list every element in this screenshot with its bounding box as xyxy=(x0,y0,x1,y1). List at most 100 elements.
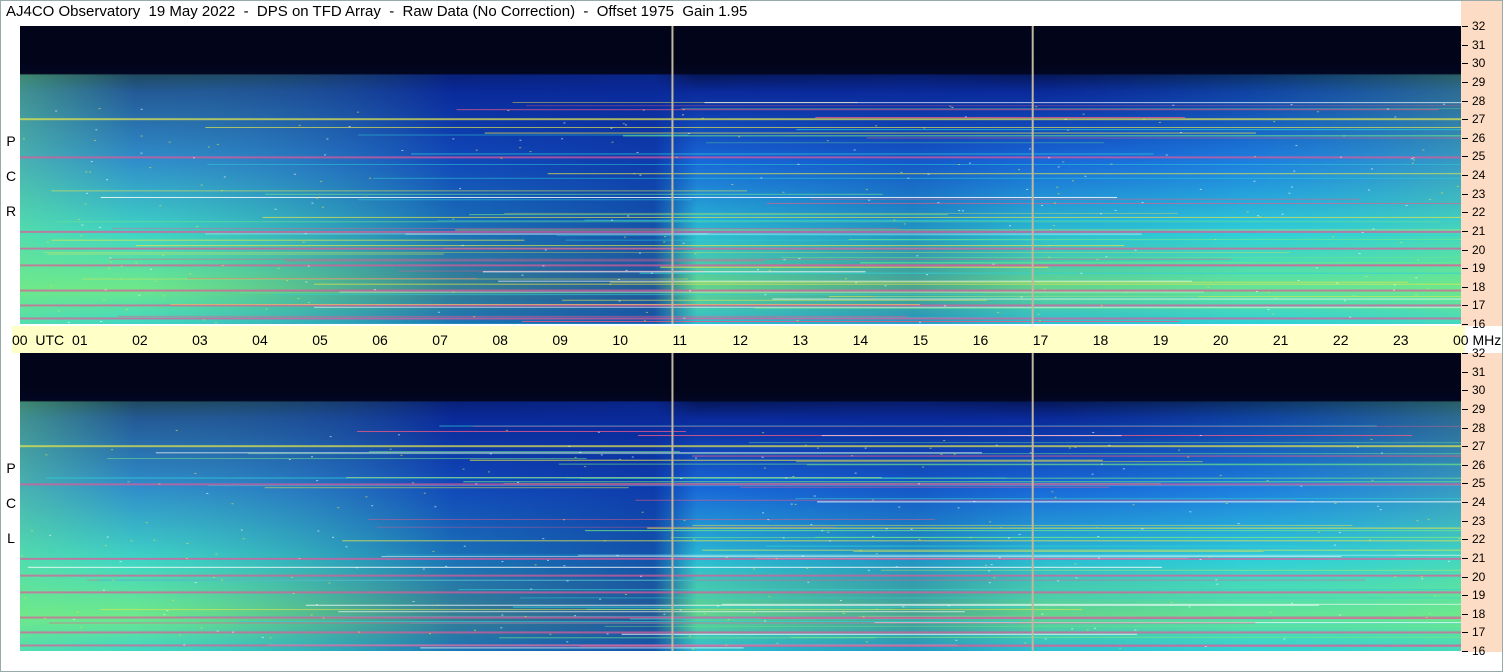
speckle xyxy=(1141,202,1144,204)
speckle xyxy=(432,551,435,553)
speckle xyxy=(916,255,919,257)
speckle xyxy=(149,167,152,169)
noise-line xyxy=(410,153,1154,155)
noise-line xyxy=(314,306,1461,308)
speckle xyxy=(1062,161,1065,163)
speckle xyxy=(757,269,760,271)
speckle xyxy=(1092,432,1095,434)
noise-line xyxy=(498,280,1192,282)
speckle xyxy=(1100,213,1103,215)
speckle xyxy=(606,633,609,635)
speckle xyxy=(663,241,666,243)
speckle xyxy=(507,110,510,112)
speckle xyxy=(50,285,53,287)
speckle xyxy=(1056,186,1059,188)
speckle xyxy=(694,253,697,255)
noise-line xyxy=(795,498,1461,500)
speckle xyxy=(242,538,245,540)
speckle xyxy=(645,311,648,313)
speckle xyxy=(163,295,166,297)
speckle xyxy=(1124,291,1127,293)
speckle xyxy=(923,127,926,129)
speckle xyxy=(231,503,234,505)
speckle xyxy=(927,173,930,175)
speckle xyxy=(681,114,684,116)
noise-line xyxy=(358,199,692,201)
speckle xyxy=(138,294,141,296)
speckle xyxy=(807,581,810,583)
speckle xyxy=(797,163,800,165)
speckle xyxy=(1075,577,1078,579)
speckle xyxy=(1119,647,1122,649)
speckle xyxy=(1332,236,1335,238)
speckle xyxy=(401,149,404,151)
speckle xyxy=(194,472,197,474)
frequency-tick-label: 21 xyxy=(1461,550,1486,565)
noise-line xyxy=(610,281,1408,283)
speckle xyxy=(1427,518,1430,520)
speckle xyxy=(650,272,653,274)
utc-tick-label: 02 xyxy=(132,332,148,348)
speckle xyxy=(546,559,549,561)
speckle xyxy=(355,567,358,569)
speckle xyxy=(79,235,82,237)
speckle xyxy=(624,593,627,595)
speckle xyxy=(1269,611,1272,613)
utc-tick-label: 07 xyxy=(432,332,448,348)
speckle xyxy=(804,444,807,446)
speckle xyxy=(622,123,625,125)
speckle xyxy=(200,184,203,186)
speckle xyxy=(1371,479,1374,481)
speckle xyxy=(474,629,477,631)
frequency-tick-label: 31 xyxy=(1461,364,1486,379)
speckle xyxy=(1338,532,1341,534)
speckle xyxy=(1290,186,1293,188)
speckle xyxy=(437,311,440,313)
noise-line xyxy=(456,109,1440,111)
speckle xyxy=(149,268,152,270)
speckle xyxy=(783,259,786,261)
speckle xyxy=(1009,225,1012,227)
speckle xyxy=(322,617,325,619)
persistent-noise-band xyxy=(20,247,1461,250)
speckle xyxy=(1098,557,1101,559)
speckle xyxy=(104,289,107,291)
frequency-tick-label: 19 xyxy=(1461,261,1486,276)
speckle xyxy=(1188,606,1191,608)
speckle xyxy=(683,317,686,319)
frequency-tick-label: 27 xyxy=(1461,439,1486,454)
speckle xyxy=(329,436,332,438)
speckle xyxy=(682,242,685,244)
speckle xyxy=(103,299,106,301)
noise-line xyxy=(98,579,696,581)
speckle xyxy=(445,565,448,567)
frequency-tick-label: 20 xyxy=(1461,242,1486,257)
noise-line xyxy=(781,257,1461,259)
speckle xyxy=(1052,224,1055,226)
speckle xyxy=(687,132,690,134)
speckle xyxy=(865,641,868,643)
noise-line xyxy=(692,524,1353,526)
persistent-noise-band xyxy=(20,264,1461,267)
lcp-label-letter: L xyxy=(7,530,15,546)
speckle xyxy=(1095,527,1098,529)
speckle xyxy=(1415,294,1418,296)
speckle xyxy=(412,482,415,484)
noise-line xyxy=(558,463,1461,465)
speckle xyxy=(1091,473,1094,475)
speckle xyxy=(1253,156,1256,158)
utc-tick-label: 08 xyxy=(492,332,508,348)
speckle xyxy=(292,592,295,594)
speckle xyxy=(1405,204,1408,206)
speckle xyxy=(675,156,678,158)
speckle xyxy=(90,161,93,163)
speckle xyxy=(1259,216,1262,218)
speckle xyxy=(1416,520,1419,522)
speckle xyxy=(297,298,300,300)
time-marker-line xyxy=(671,353,674,651)
speckle xyxy=(307,301,310,303)
speckle xyxy=(1048,256,1051,258)
speckle xyxy=(568,445,571,447)
speckle xyxy=(85,171,88,173)
speckle xyxy=(98,108,101,110)
